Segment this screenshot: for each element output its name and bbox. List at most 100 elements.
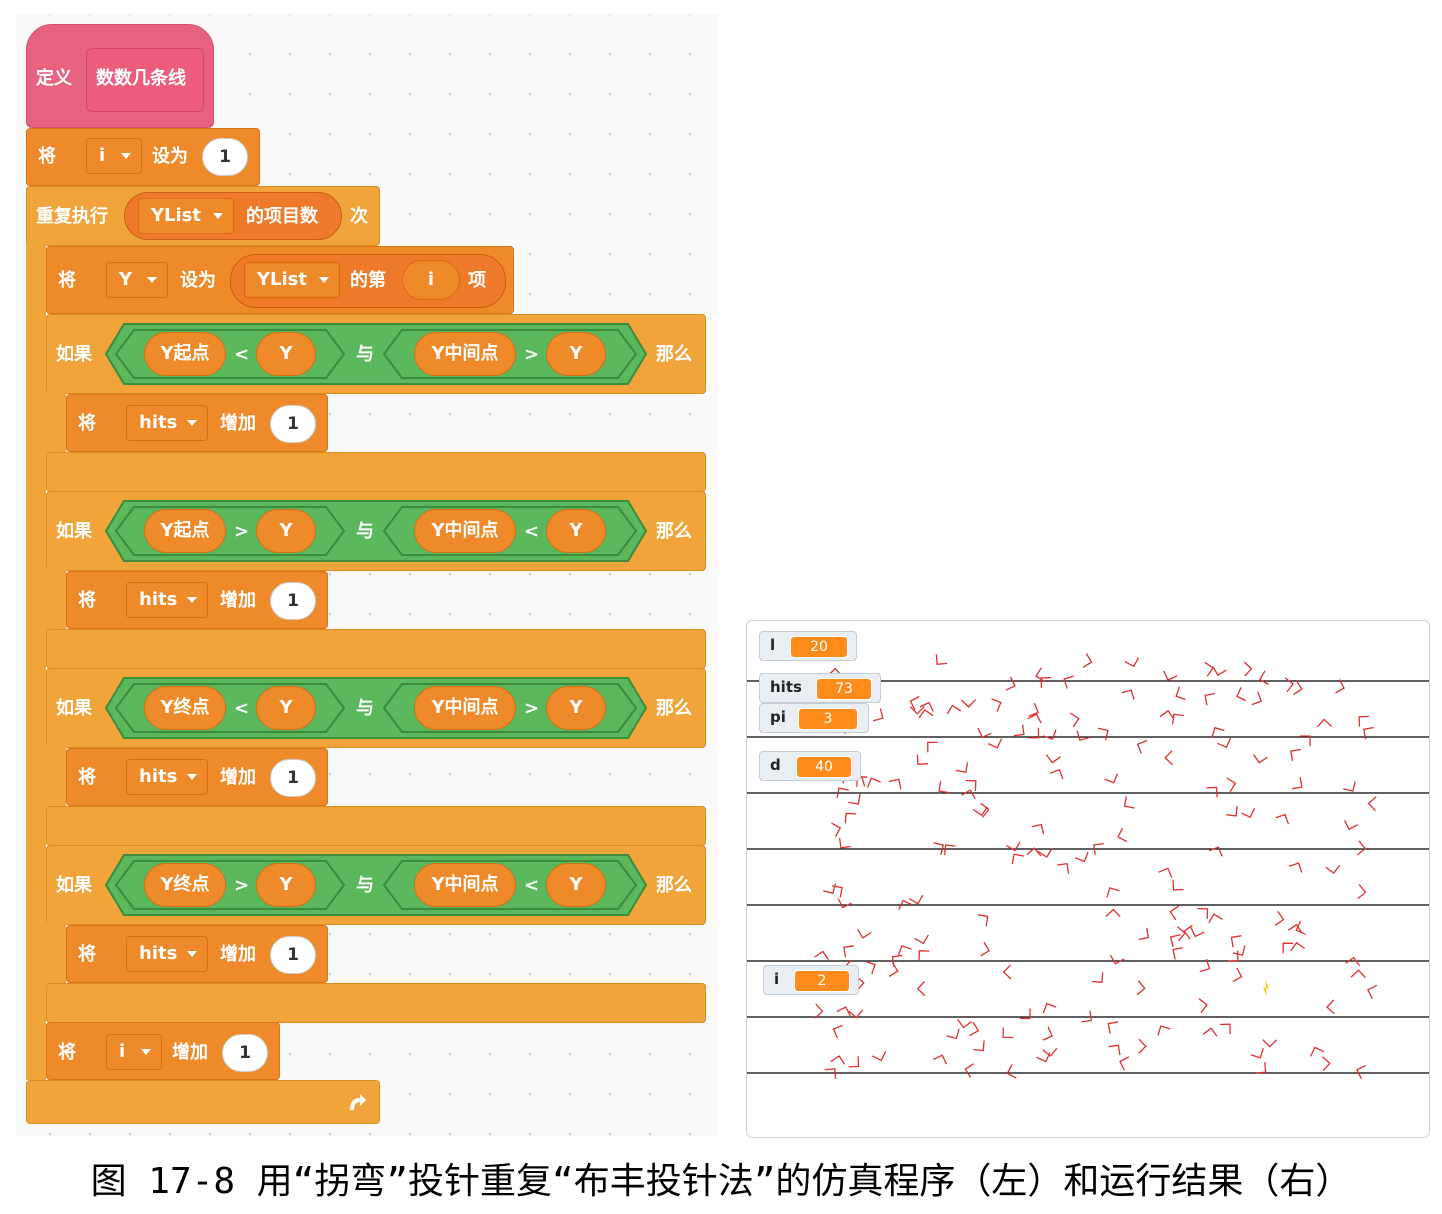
bent-needle (873, 708, 884, 722)
value-input[interactable]: 1 (270, 405, 316, 443)
monitor-l[interactable]: l 20 (759, 631, 857, 661)
value-input[interactable]: 1 (270, 759, 316, 797)
set-keyword: 将 (38, 146, 56, 167)
bent-needle (1005, 676, 1016, 691)
bent-needle (1262, 1039, 1278, 1048)
bent-needle (1250, 1048, 1264, 1059)
bent-needle (1367, 796, 1377, 812)
value-input[interactable]: 1 (270, 936, 316, 974)
variable-dropdown-hits[interactable]: hits (126, 936, 208, 972)
variable-dropdown-y[interactable]: Y (106, 262, 168, 298)
comparison-operator: < (524, 521, 540, 542)
bent-needle (1123, 796, 1135, 809)
bent-needle (1219, 1023, 1231, 1035)
bent-needle (1284, 677, 1295, 693)
value-input[interactable]: 1 (270, 582, 316, 620)
repeat-block-bottom[interactable] (26, 1080, 380, 1124)
sprite-icon[interactable] (1263, 979, 1269, 997)
variable-reporter[interactable]: Y起点 (144, 509, 226, 553)
monitor-hits[interactable]: hits 73 (759, 673, 881, 703)
bent-needle (1274, 911, 1285, 926)
bent-needle (832, 1024, 844, 1039)
bent-needle (1042, 1002, 1057, 1014)
variable-reporter[interactable]: Y终点 (144, 686, 226, 730)
bent-needle (1343, 820, 1359, 831)
chevron-down-icon (319, 277, 329, 283)
variable-dropdown-i[interactable]: i (106, 1034, 162, 1070)
variable-dropdown-i[interactable]: i (86, 138, 142, 174)
bent-needle (1290, 941, 1306, 952)
bent-needle (1259, 670, 1269, 686)
bent-needle (1230, 935, 1242, 948)
variable-reporter[interactable]: Y (256, 509, 316, 553)
variable-dropdown-hits[interactable]: hits (126, 582, 208, 618)
chevron-down-icon (187, 951, 197, 957)
variable-reporter[interactable]: Y (256, 863, 316, 907)
bent-needle (916, 981, 926, 997)
monitor-label: pi (770, 708, 786, 726)
variable-reporter[interactable]: Y终点 (144, 863, 226, 907)
bent-needle (1136, 980, 1146, 996)
bent-needle (1119, 1056, 1130, 1071)
list-dropdown[interactable]: YList (244, 262, 340, 298)
bent-needle (935, 654, 948, 666)
stage[interactable]: l 20 hits 73 pi 3 d 40 i 2 (746, 620, 1430, 1138)
variable-reporter[interactable]: Y起点 (144, 332, 226, 376)
bent-needle (1345, 956, 1361, 967)
variable-dropdown-hits[interactable]: hits (126, 405, 208, 441)
bent-needle (1316, 718, 1332, 728)
if-block-bottom[interactable] (46, 629, 706, 669)
if-block-bottom[interactable] (46, 983, 706, 1023)
monitor-label: l (770, 636, 776, 654)
bent-needle (1226, 805, 1238, 817)
code-workspace[interactable]: 定义 数数几条线 将 i 设为 1 重复执行 YList 的项目数 次 将 Y … (16, 14, 718, 1136)
list-dropdown[interactable]: YList (138, 198, 234, 234)
monitor-d[interactable]: d 40 (759, 751, 861, 781)
monitor-pi[interactable]: pi 3 (759, 703, 869, 733)
bent-needle (1011, 853, 1025, 865)
value-input[interactable]: 1 (202, 138, 248, 176)
bent-needle (1070, 712, 1080, 728)
bent-needle (1045, 754, 1061, 764)
bent-needle (938, 780, 950, 794)
bent-needle (1198, 998, 1208, 1014)
then-keyword: 那么 (656, 698, 692, 719)
repeat-block-arm (26, 244, 46, 1080)
set-keyword: 将 (78, 413, 96, 434)
bent-needle (1367, 984, 1378, 1000)
variable-reporter[interactable]: Y (546, 332, 606, 376)
monitor-label: hits (770, 678, 802, 696)
bent-needle (1136, 739, 1148, 754)
bent-needle (1104, 773, 1119, 784)
variable-reporter[interactable]: Y中间点 (414, 332, 516, 376)
bent-needle (1082, 653, 1093, 668)
bent-needle (908, 894, 924, 905)
variable-reporter[interactable]: Y (546, 686, 606, 730)
variable-reporter[interactable]: Y中间点 (414, 686, 516, 730)
bent-needle (1063, 675, 1074, 689)
change-by-keyword: 增加 (172, 1042, 208, 1063)
monitor-value: 3 (798, 708, 858, 730)
bent-needle (1175, 686, 1186, 701)
and-keyword: 与 (356, 875, 374, 896)
bent-needle (814, 1003, 824, 1019)
variable-reporter[interactable]: Y (256, 332, 316, 376)
monitor-i[interactable]: i 2 (763, 965, 859, 995)
variable-reporter[interactable]: Y (546, 863, 606, 907)
times-keyword: 次 (350, 206, 368, 227)
bent-needle (1028, 727, 1040, 739)
monitor-label: i (774, 970, 780, 988)
value-input[interactable]: 1 (222, 1034, 268, 1072)
variable-dropdown-hits[interactable]: hits (126, 759, 208, 795)
index-variable-i[interactable]: i (402, 260, 460, 300)
bent-needle (823, 883, 837, 895)
variable-reporter[interactable]: Y (546, 509, 606, 553)
variable-reporter[interactable]: Y中间点 (414, 509, 516, 553)
and-keyword: 与 (356, 344, 374, 365)
variable-reporter[interactable]: Y (256, 686, 316, 730)
bent-needle (865, 960, 876, 975)
if-block-bottom[interactable] (46, 452, 706, 492)
variable-reporter[interactable]: Y中间点 (414, 863, 516, 907)
monitor-label: d (770, 756, 781, 774)
if-block-bottom[interactable] (46, 806, 706, 846)
